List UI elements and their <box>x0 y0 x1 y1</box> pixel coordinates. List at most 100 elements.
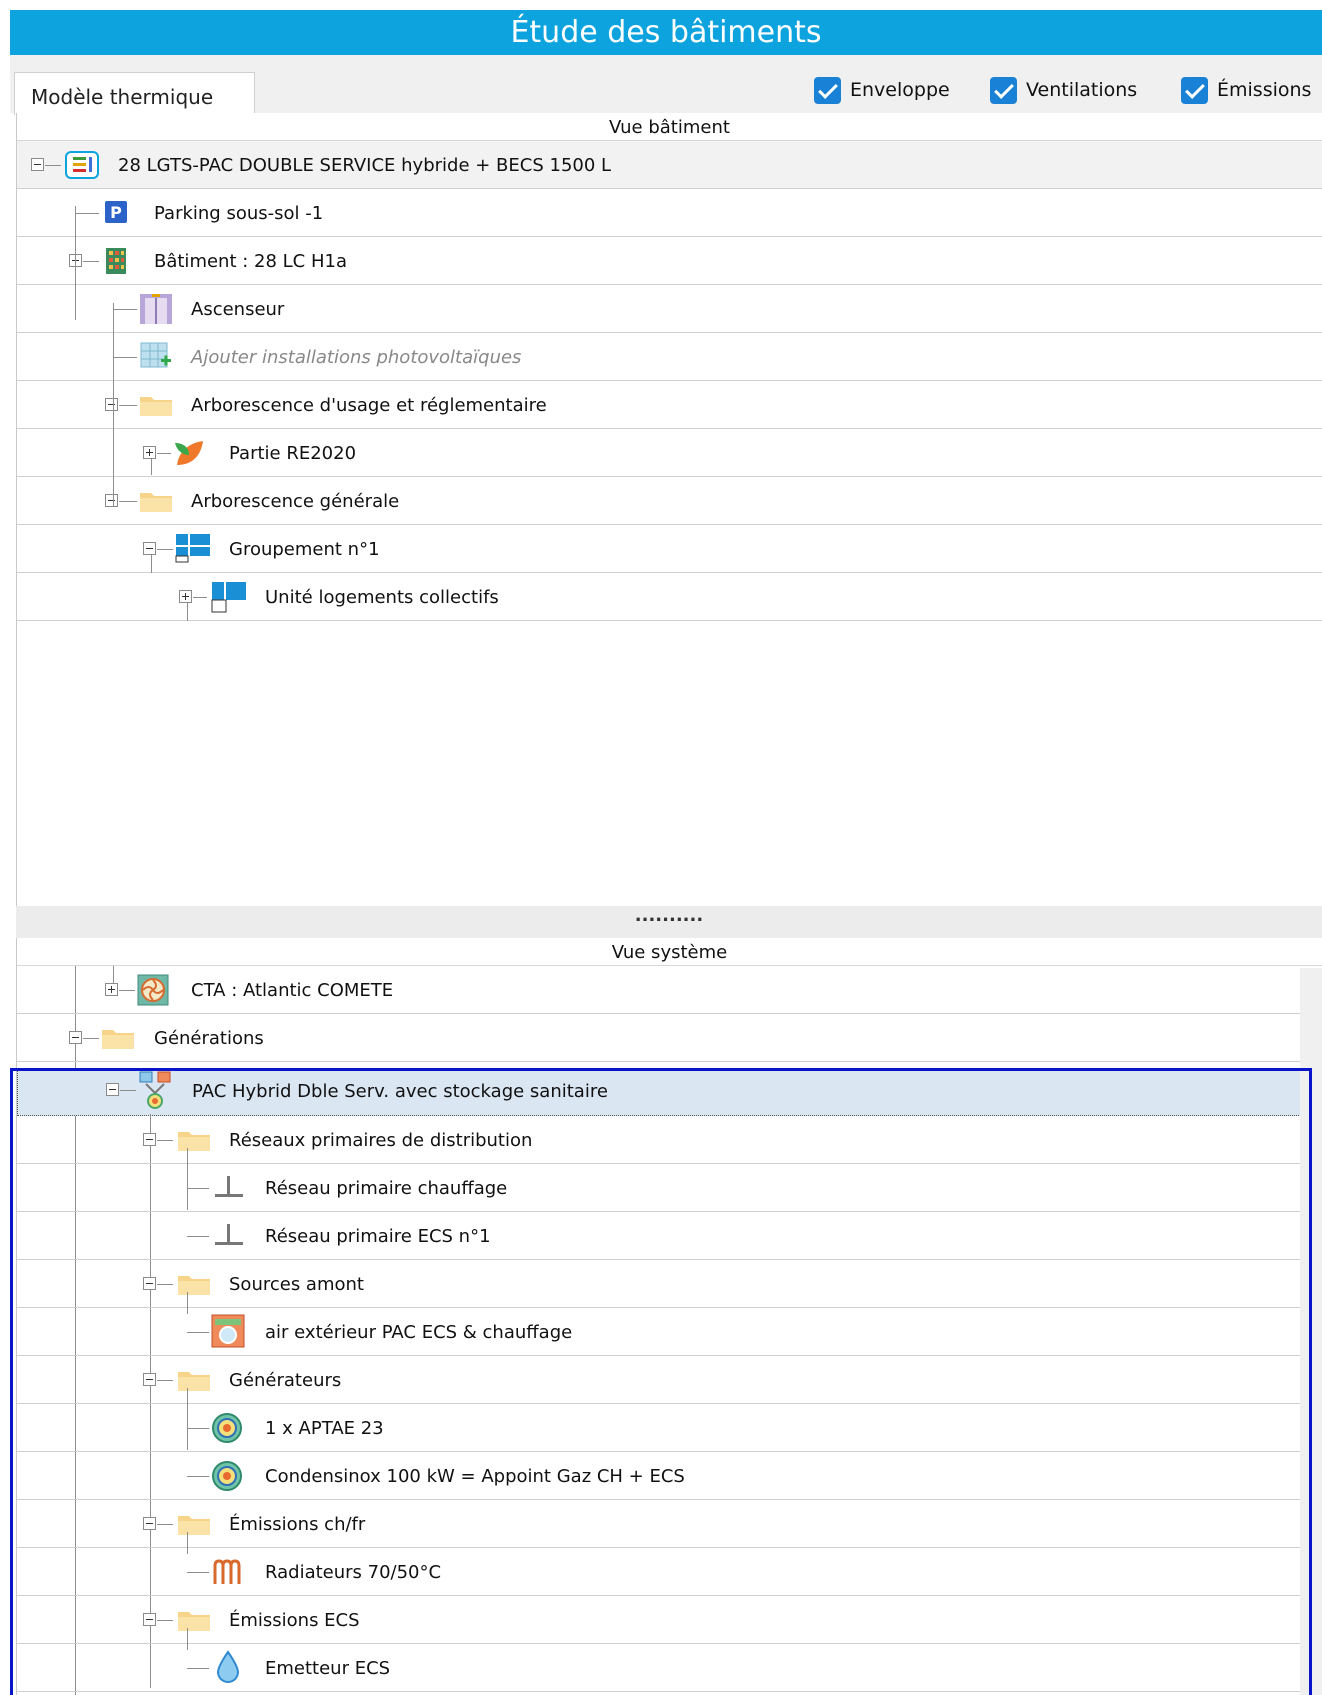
expand-toggle[interactable] <box>179 590 192 603</box>
tree-row-aptae[interactable]: 1 x APTAE 23 <box>17 1404 1322 1452</box>
tree-label: Arborescence générale <box>191 491 400 512</box>
hybrid-heat-pump-icon <box>139 1071 171 1109</box>
building-view-panel: Vue bâtiment 28 LGTS-PAC DOUBLE SERVICE … <box>16 113 1322 906</box>
parking-icon: P <box>105 201 127 223</box>
tree-row-emissions-ecs[interactable]: Émissions ECS <box>17 1596 1322 1644</box>
expand-toggle[interactable] <box>143 446 156 459</box>
tab-strip: Modèle thermique Enveloppe Ventilations … <box>10 55 1322 115</box>
tree-label: Réseau primaire ECS n°1 <box>265 1226 491 1247</box>
outdoor-air-source-icon <box>211 1314 245 1348</box>
tree-row-batiment[interactable]: Bâtiment : 28 LC H1a <box>17 237 1322 285</box>
elevator-icon <box>140 294 172 324</box>
tree-row-unite-logements[interactable]: Unité logements collectifs <box>17 573 1322 621</box>
collapse-toggle[interactable] <box>143 1517 156 1530</box>
tree-label: Bâtiment : 28 LC H1a <box>154 251 347 272</box>
generator-icon <box>212 1413 242 1443</box>
panel-splitter[interactable]: .......... <box>16 906 1322 938</box>
folder-icon <box>178 1612 210 1631</box>
collapse-toggle[interactable] <box>143 1373 156 1386</box>
tree-row-ascenseur[interactable]: Ascenseur <box>17 285 1322 333</box>
tree-row-reseau-ecs[interactable]: Réseau primaire ECS n°1 <box>17 1212 1322 1260</box>
tree-label: air extérieur PAC ECS & chauffage <box>265 1322 573 1343</box>
folder-icon <box>178 1276 210 1295</box>
tree-label: Emetteur ECS <box>265 1658 391 1679</box>
radiator-icon <box>213 1559 241 1584</box>
window-title: Étude des bâtiments <box>10 10 1322 55</box>
tree-row-arbo-generale[interactable]: Arborescence générale <box>17 477 1322 525</box>
filter-enveloppe[interactable]: Enveloppe <box>814 75 950 105</box>
tree-row-reseau-chauffage[interactable]: Réseau primaire chauffage <box>17 1164 1322 1212</box>
checkbox-checked-icon[interactable] <box>814 76 841 104</box>
folder-icon <box>102 1030 134 1049</box>
folder-icon <box>178 1372 210 1391</box>
tree-label: Condensinox 100 kW = Appoint Gaz CH + EC… <box>265 1466 685 1487</box>
filter-emissions[interactable]: Émissions <box>1181 75 1311 105</box>
tree-label: Partie RE2020 <box>229 443 357 464</box>
leaf-icon <box>175 441 203 465</box>
folder-icon <box>178 1132 210 1151</box>
system-view-panel: Vue système CTA : Atlantic COMETE Généra… <box>16 938 1322 1695</box>
tree-row-condensinox[interactable]: Condensinox 100 kW = Appoint Gaz CH + EC… <box>17 1452 1322 1500</box>
tree-row-groupement[interactable]: Groupement n°1 <box>17 525 1322 573</box>
expand-toggle[interactable] <box>105 983 118 996</box>
tree-label: Générations <box>154 1028 264 1049</box>
project-icon <box>65 151 99 179</box>
tree-row-reseaux-primaires[interactable]: Réseaux primaires de distribution <box>17 1116 1322 1164</box>
collapse-toggle[interactable] <box>106 1083 119 1096</box>
tree-row-generateurs[interactable]: Générateurs <box>17 1356 1322 1404</box>
water-drop-icon <box>216 1650 240 1683</box>
checkbox-checked-icon[interactable] <box>990 76 1017 104</box>
collapse-toggle[interactable] <box>69 1031 82 1044</box>
tree-row-sources-amont[interactable]: Sources amont <box>17 1260 1322 1308</box>
tab-modele-thermique[interactable]: Modèle thermique <box>14 72 255 115</box>
vertical-scrollbar[interactable] <box>1300 968 1322 1695</box>
tree-row-root[interactable]: 28 LGTS-PAC DOUBLE SERVICE hybride + BEC… <box>17 141 1322 189</box>
tree-row-photovoltaique[interactable]: Ajouter installations photovoltaïques <box>17 333 1322 381</box>
folder-icon <box>140 397 172 416</box>
tree-label: 28 LGTS-PAC DOUBLE SERVICE hybride + BEC… <box>118 155 612 176</box>
tree-label: Parking sous-sol -1 <box>154 203 324 224</box>
zone-group-icon <box>175 534 210 563</box>
tree-label: Émissions ch/fr <box>229 1514 366 1535</box>
tree-row-pac-hybrid[interactable]: PAC Hybrid Dble Serv. avec stockage sani… <box>17 1068 1322 1116</box>
tree-label: Émissions ECS <box>229 1610 360 1631</box>
tree-label: 1 x APTAE 23 <box>265 1418 384 1439</box>
tree-row-generations[interactable]: Générations <box>17 1014 1322 1062</box>
collapse-toggle[interactable] <box>105 398 118 411</box>
tree-label: Ascenseur <box>191 299 285 320</box>
collapse-toggle[interactable] <box>143 1277 156 1290</box>
tree-row-emetteur-ecs[interactable]: Emetteur ECS <box>17 1644 1322 1692</box>
tree-label: Ajouter installations photovoltaïques <box>191 347 522 368</box>
tree-label: Radiateurs 70/50°C <box>265 1562 442 1583</box>
folder-icon <box>140 493 172 512</box>
tree-row-partie-re2020[interactable]: Partie RE2020 <box>17 429 1322 477</box>
tree-row-parking[interactable]: P Parking sous-sol -1 <box>17 189 1322 237</box>
panel-title: Vue bâtiment <box>17 113 1322 141</box>
tree-label: Générateurs <box>229 1370 342 1391</box>
tree-row-air-exterieur[interactable]: air extérieur PAC ECS & chauffage <box>17 1308 1322 1356</box>
collapse-toggle[interactable] <box>143 542 156 555</box>
tree-label: PAC Hybrid Dble Serv. avec stockage sani… <box>192 1081 608 1102</box>
tree-label: Réseau primaire chauffage <box>265 1178 508 1199</box>
tree-label: Réseaux primaires de distribution <box>229 1130 533 1151</box>
tree-row-emissions-chfr[interactable]: Émissions ch/fr <box>17 1500 1322 1548</box>
checkbox-checked-icon[interactable] <box>1181 76 1208 104</box>
panel-title: Vue système <box>17 938 1322 966</box>
tree-label: CTA : Atlantic COMETE <box>191 980 394 1001</box>
building-icon <box>106 248 126 274</box>
distribution-network-icon <box>215 1224 243 1245</box>
collapse-toggle[interactable] <box>31 158 44 171</box>
folder-icon <box>178 1516 210 1535</box>
filter-ventilations[interactable]: Ventilations <box>990 75 1137 105</box>
collapse-toggle[interactable] <box>105 494 118 507</box>
filter-label: Émissions <box>1217 79 1312 101</box>
tree-row-radiateurs[interactable]: Radiateurs 70/50°C <box>17 1548 1322 1596</box>
filter-label: Ventilations <box>1026 79 1138 101</box>
collapse-toggle[interactable] <box>143 1613 156 1626</box>
collapse-toggle[interactable] <box>143 1133 156 1146</box>
generator-icon <box>212 1461 242 1491</box>
filter-label: Enveloppe <box>850 79 950 101</box>
tree-row-arbo-usage[interactable]: Arborescence d'usage et réglementaire <box>17 381 1322 429</box>
dwelling-unit-icon <box>211 582 246 613</box>
tree-row-cta[interactable]: CTA : Atlantic COMETE <box>17 966 1322 1014</box>
